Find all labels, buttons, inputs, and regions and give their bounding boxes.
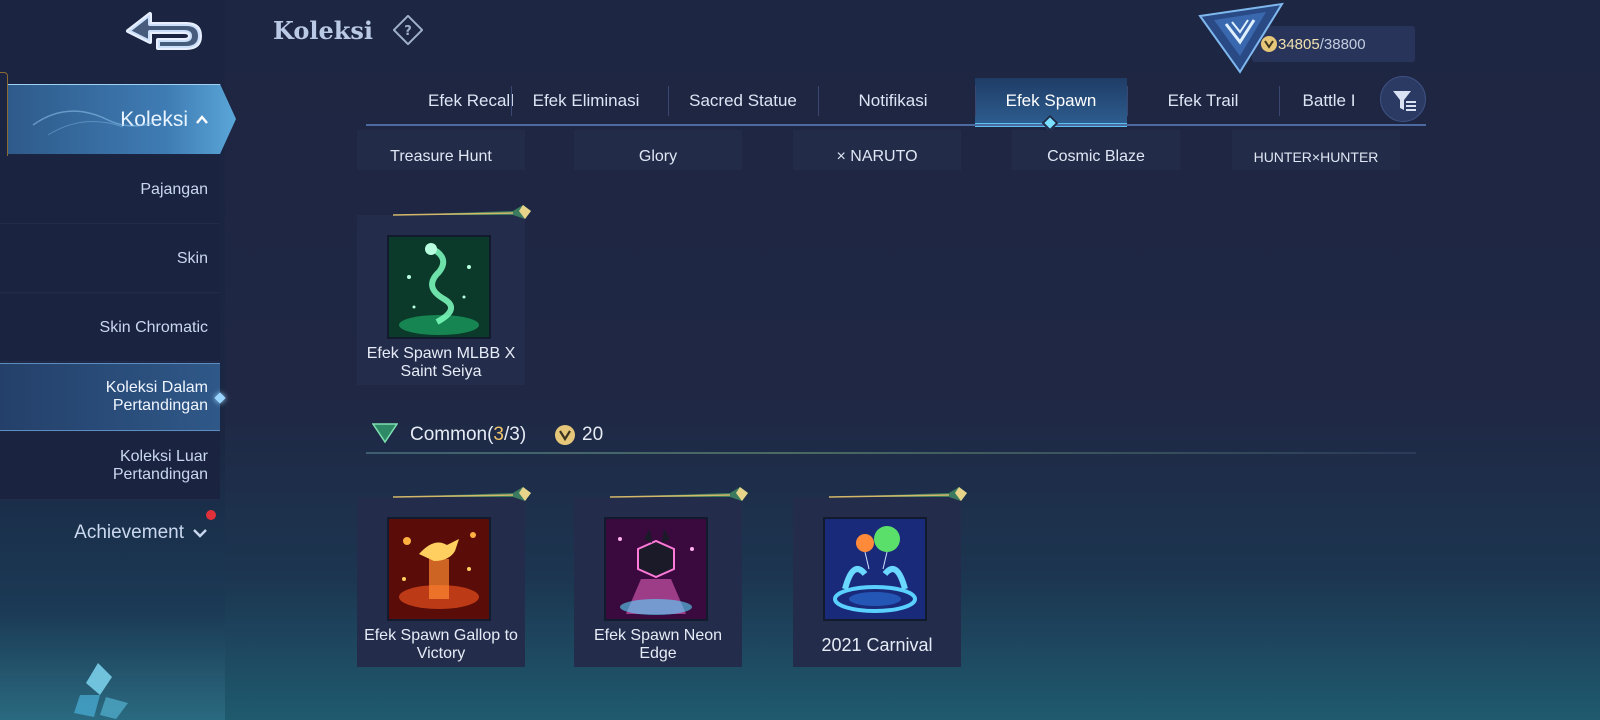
notification-dot (206, 510, 216, 520)
sidebar-item-pajangan[interactable]: Pajangan (0, 156, 220, 224)
svg-text:?: ? (404, 24, 412, 39)
sidebar-item-label: Skin Chromatic (99, 318, 208, 336)
item-name: × NARUTO (836, 148, 918, 165)
back-button[interactable] (118, 6, 208, 56)
item-name: Treasure Hunt (390, 148, 492, 165)
sidebar-item-koleksi[interactable]: Koleksi (8, 84, 236, 154)
tab-label: Battle I (1302, 91, 1356, 110)
item-name: Glory (638, 148, 678, 165)
tab-label: Sacred Statue (689, 91, 797, 110)
spawn-item-card[interactable]: × NARUTO (793, 130, 961, 170)
page-title: Koleksi (273, 16, 373, 45)
section-header-common: Common(3/3) 20 (366, 420, 1416, 454)
spawn-item-card[interactable]: Cosmic Blaze (1012, 130, 1180, 170)
swirl-ornament (32, 110, 154, 136)
chevron-up-icon (196, 114, 208, 124)
spawn-item-card[interactable]: Efek Spawn MLBB X Saint Seiya (357, 205, 531, 385)
sidebar-item-koleksi-dalam-pertandingan[interactable]: Koleksi Dalam Pertandingan (0, 363, 226, 431)
item-name: Efek Spawn Neon Edge (593, 627, 723, 662)
section-divider (366, 452, 1416, 454)
spawn-item-card[interactable]: Glory (574, 130, 742, 170)
item-thumbnail (604, 517, 708, 621)
item-name: Efek Spawn Gallop to Victory (364, 627, 518, 662)
points-coin-icon (555, 425, 575, 445)
common-rank-icon (372, 423, 398, 444)
category-tabs: Efek Recall Efek Eliminasi Sacred Statue… (366, 78, 1426, 127)
item-thumbnail (823, 517, 927, 621)
chevron-down-icon (193, 529, 207, 538)
spawn-item-card[interactable]: Efek Spawn Gallop to Victory (357, 487, 531, 667)
item-name: HUNTER×HUNTER (1253, 149, 1379, 165)
card-ribbon (393, 205, 531, 219)
tab-label: Efek Trail (1167, 91, 1239, 110)
tab-label: Efek Eliminasi (532, 91, 640, 110)
tab-label: Efek Spawn (1005, 91, 1097, 110)
sidebar-item-label: Achievement (74, 522, 184, 543)
points-max: 38800 (1323, 35, 1366, 53)
help-icon[interactable]: ? (393, 15, 423, 45)
section-points: 20 (582, 424, 604, 445)
item-name: Cosmic Blaze (1047, 148, 1145, 165)
spawn-item-card[interactable]: 2021 Carnival (793, 487, 967, 667)
section-title: Common(3/3) (410, 424, 527, 445)
tab-efek-trail[interactable]: Efek Trail (1127, 78, 1279, 124)
green-dragon-effect-image (389, 237, 489, 337)
item-name: 2021 Carnival (821, 635, 933, 655)
back-arrow-icon (126, 12, 202, 50)
sidebar-item-skin-chromatic[interactable]: Skin Chromatic (0, 294, 220, 362)
card-ribbon (829, 487, 967, 501)
spawn-item-card[interactable]: Efek Spawn Neon Edge (574, 487, 748, 667)
sidebar-item-koleksi-luar-pertandingan[interactable]: Koleksi Luar Pertandingan (0, 432, 220, 500)
sidebar-item-skin[interactable]: Skin (0, 225, 220, 293)
tab-battle[interactable]: Battle I (1279, 78, 1379, 124)
sidebar-item-label: Skin (176, 249, 208, 267)
tab-label: Notifikasi (858, 91, 928, 110)
card-ribbon (610, 487, 748, 501)
tab-notifikasi[interactable]: Notifikasi (818, 78, 968, 124)
crystal-ornament (74, 663, 128, 719)
card-ribbon (393, 487, 531, 501)
golden-horse-effect-image (389, 519, 489, 619)
spawn-item-card[interactable]: Treasure Hunt (357, 130, 525, 170)
item-thumbnail (387, 517, 491, 621)
filter-icon (1393, 91, 1416, 111)
tab-efek-eliminasi[interactable]: Efek Eliminasi (511, 78, 661, 124)
spawn-item-card[interactable]: HUNTER×HUNTER (1232, 130, 1400, 170)
sidebar-item-label: Koleksi Dalam Pertandingan (105, 379, 208, 414)
filter-button[interactable] (1380, 76, 1426, 122)
sidebar-item-label: Pajangan (140, 180, 208, 198)
item-thumbnail (387, 235, 491, 339)
tab-label: Efek Recall (428, 91, 514, 110)
sidebar-item-label: Koleksi Luar Pertandingan (112, 447, 208, 483)
item-name: Efek Spawn MLBB X Saint Seiya (366, 345, 516, 380)
sidebar-item-achievement[interactable]: Achievement (0, 515, 220, 551)
neon-cube-effect-image (606, 519, 706, 619)
tabs-underline (366, 124, 1426, 126)
tab-sacred-statue[interactable]: Sacred Statue (668, 78, 818, 124)
carnival-balloons-effect-image (825, 519, 925, 619)
rank-emblem-icon (1198, 2, 1284, 74)
